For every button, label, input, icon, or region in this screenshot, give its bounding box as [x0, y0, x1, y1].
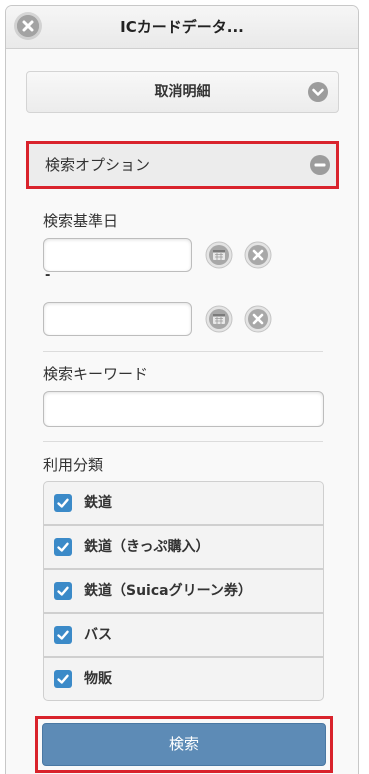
- search-button-highlight: 検索: [35, 716, 333, 773]
- category-label: 鉄道（きっぷ購入）: [84, 539, 210, 555]
- calendar-icon[interactable]: [205, 305, 233, 333]
- search-button[interactable]: 検索: [42, 723, 326, 766]
- cancel-details-label: 取消明細: [154, 84, 211, 100]
- date-filter-label: 検索基準日: [43, 212, 119, 230]
- close-button[interactable]: [17, 15, 39, 37]
- divider: [43, 441, 323, 442]
- date-range-separator: -: [45, 268, 51, 283]
- category-label: バス: [84, 627, 112, 643]
- category-label: 鉄道: [84, 495, 112, 511]
- keyword-filter-label: 検索キーワード: [43, 365, 149, 383]
- end-date-input[interactable]: [43, 302, 192, 336]
- clear-icon[interactable]: [244, 241, 272, 269]
- category-label: 鉄道（Suicaグリーン券）: [84, 583, 252, 599]
- dialog-title: ICカードデータ...: [120, 18, 244, 36]
- category-checkbox-shopping[interactable]: 物販: [43, 657, 324, 701]
- start-date-input[interactable]: [43, 238, 192, 272]
- category-filter-label: 利用分類: [43, 456, 104, 474]
- checkbox-checked-icon: [54, 494, 72, 512]
- close-icon: [17, 15, 39, 37]
- category-label: 物販: [84, 671, 112, 687]
- dialog: ICカードデータ... 取消明細 検索オプション 検索基準日 - 検索キーワード…: [5, 5, 359, 774]
- clear-icon[interactable]: [244, 305, 272, 333]
- category-checkbox-rail-green[interactable]: 鉄道（Suicaグリーン券）: [43, 569, 324, 613]
- checkbox-checked-icon: [54, 538, 72, 556]
- checkbox-checked-icon: [54, 582, 72, 600]
- category-checkbox-rail[interactable]: 鉄道: [43, 481, 324, 525]
- checkbox-checked-icon: [54, 626, 72, 644]
- dialog-titlebar: ICカードデータ...: [6, 6, 358, 49]
- cancel-details-collapsible[interactable]: 取消明細: [26, 71, 339, 113]
- search-options-header[interactable]: 検索オプション: [26, 141, 339, 189]
- minus-icon: [310, 155, 330, 175]
- category-checkbox-bus[interactable]: バス: [43, 613, 324, 657]
- search-options-label: 検索オプション: [45, 156, 151, 174]
- divider: [43, 351, 323, 352]
- calendar-icon[interactable]: [205, 241, 233, 269]
- keyword-input[interactable]: [43, 391, 324, 427]
- checkbox-checked-icon: [54, 670, 72, 688]
- category-checkbox-rail-ticket[interactable]: 鉄道（きっぷ購入）: [43, 525, 324, 569]
- chevron-down-icon: [308, 82, 328, 102]
